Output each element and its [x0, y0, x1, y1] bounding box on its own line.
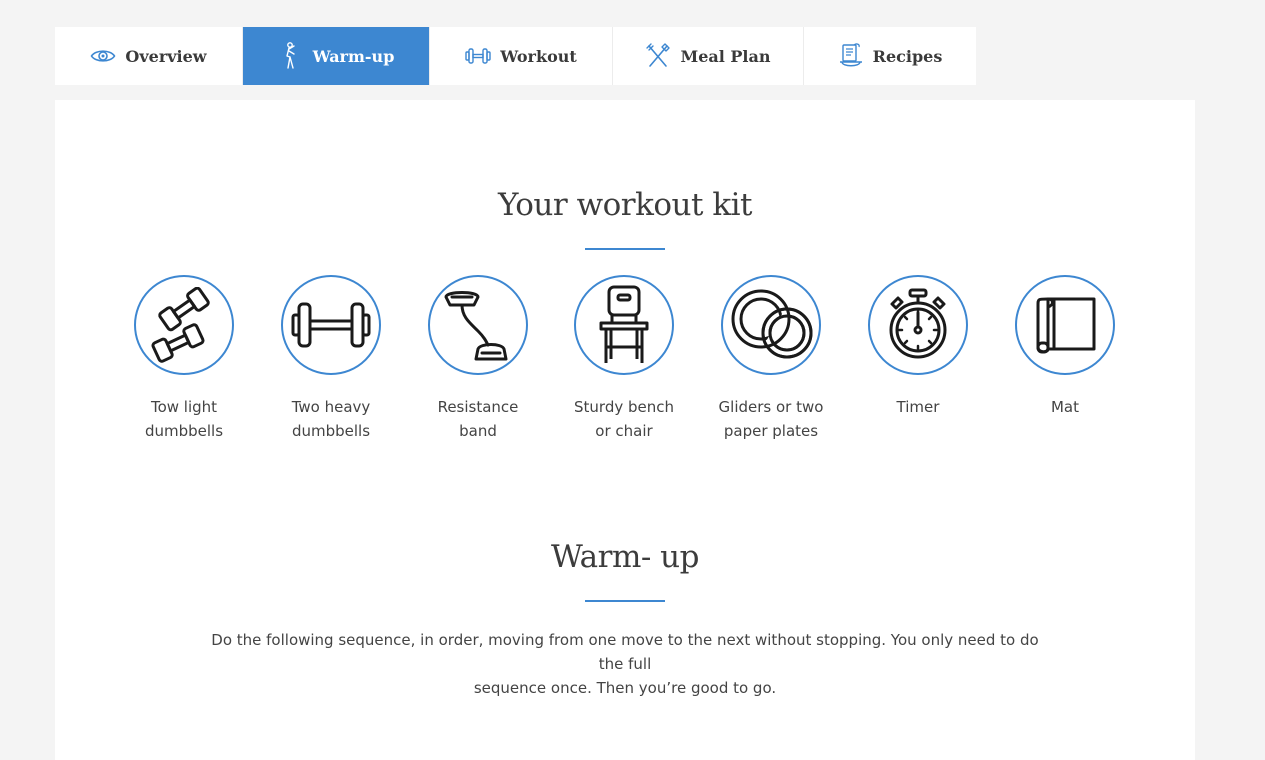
kit-item-label: Gliders or two paper plates	[718, 398, 824, 440]
heavy-dumbbell-icon	[281, 275, 381, 375]
tab-bar: Overview Warm-up Workout Meal Plan Recip…	[55, 27, 976, 85]
content-card: Your workout kit Tow light dumbbells Two…	[55, 100, 1195, 760]
kit-title: Your workout kit	[498, 187, 752, 223]
kit-item: Sturdy bench or chair	[559, 275, 689, 443]
kit-title-underline	[585, 248, 665, 250]
kit-item-label: Timer	[896, 398, 940, 416]
light-dumbbells-icon	[134, 275, 234, 375]
eye-icon	[90, 43, 116, 69]
kit-item: Timer	[853, 275, 983, 419]
chair-icon	[574, 275, 674, 375]
recipe-book-icon	[838, 43, 864, 69]
paper-plates-icon	[721, 275, 821, 375]
tab-meal-plan[interactable]: Meal Plan	[613, 27, 804, 85]
fork-knife-icon	[645, 43, 671, 69]
kit-item-label: Resistance band	[437, 398, 519, 440]
dumbbell-icon	[465, 43, 491, 69]
kit-item: Gliders or two paper plates	[706, 275, 836, 443]
tab-label: Workout	[500, 46, 577, 66]
tab-warm-up[interactable]: Warm-up	[243, 27, 430, 85]
kit-item-label: Sturdy bench or chair	[574, 398, 674, 440]
warmup-title-underline	[585, 600, 665, 602]
warmup-description: Do the following sequence, in order, mov…	[211, 631, 1039, 697]
stopwatch-icon	[868, 275, 968, 375]
mat-icon	[1015, 275, 1115, 375]
tab-recipes[interactable]: Recipes	[804, 27, 976, 85]
kit-item: Two heavy dumbbells	[266, 275, 396, 443]
kit-item-label: Mat	[1050, 398, 1079, 416]
kit-item: Tow light dumbbells	[119, 275, 249, 443]
tab-label: Meal Plan	[680, 46, 771, 66]
tab-workout[interactable]: Workout	[430, 27, 613, 85]
tab-label: Recipes	[872, 46, 943, 66]
tab-label: Overview	[125, 46, 207, 66]
warmup-title: Warm- up	[550, 539, 700, 575]
tab-overview[interactable]: Overview	[55, 27, 243, 85]
kit-item-label: Tow light dumbbells	[144, 398, 224, 440]
kit-item-label: Two heavy dumbbells	[291, 398, 371, 440]
kit-item: Mat	[1000, 275, 1130, 419]
resistance-band-icon	[428, 275, 528, 375]
stretching-person-icon	[278, 42, 304, 69]
tab-label: Warm-up	[312, 46, 395, 66]
kit-item: Resistance band	[413, 275, 543, 443]
